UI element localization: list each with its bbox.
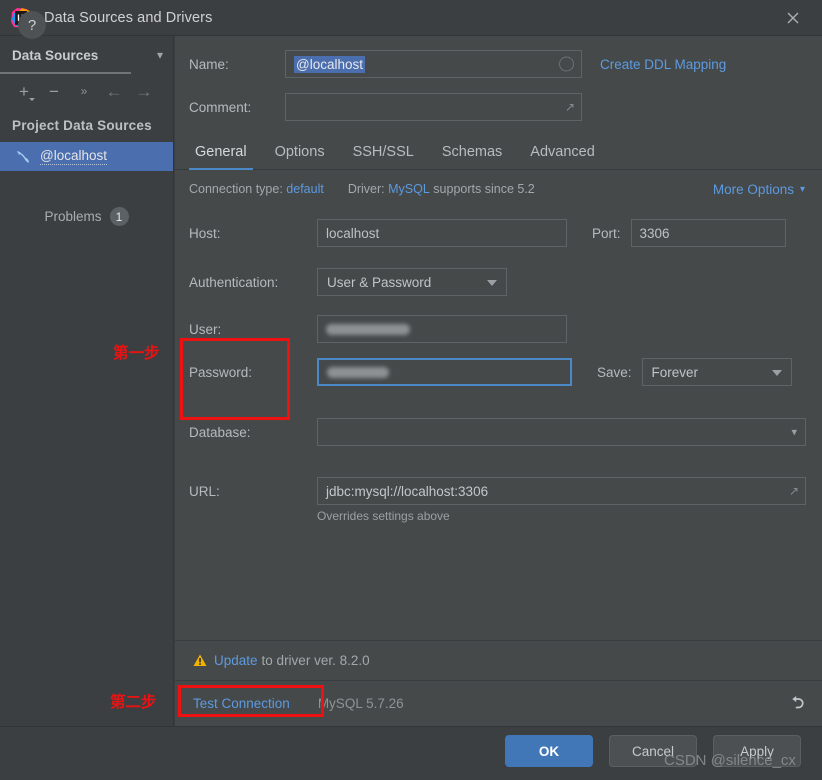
warning-triangle-icon: [193, 654, 207, 666]
tab-general[interactable]: General: [181, 144, 261, 170]
port-label: Port:: [592, 225, 621, 241]
help-icon[interactable]: ?: [18, 11, 46, 39]
chevron-down-icon: ▾: [799, 184, 805, 195]
authentication-value: User & Password: [327, 274, 432, 290]
redacted-password-value: [327, 366, 389, 378]
driver-value[interactable]: MySQL: [388, 182, 430, 196]
comment-input[interactable]: ↗: [285, 93, 582, 121]
data-sources-and-drivers-dialog: IJ Data Sources and Drivers Data Sources…: [0, 0, 822, 780]
tab-schemas[interactable]: Schemas: [428, 144, 516, 169]
url-value: jdbc:mysql://localhost:3306: [326, 483, 489, 499]
connection-info-row: Connection type: default Driver: MySQL s…: [189, 182, 809, 197]
name-label: Name:: [189, 56, 229, 72]
annotation-step-one-text: 第一步: [113, 344, 160, 362]
annotation-step-two-text: 第二步: [110, 693, 157, 711]
user-input[interactable]: [317, 315, 567, 343]
authentication-select[interactable]: User & Password: [317, 268, 507, 296]
host-input[interactable]: localhost: [317, 219, 567, 247]
title-bar: IJ Data Sources and Drivers: [0, 0, 822, 36]
problems-label: Problems: [44, 209, 102, 224]
expand-icon[interactable]: ↗: [565, 100, 575, 114]
chevron-down-icon[interactable]: ▾: [791, 426, 797, 439]
more-options-label: More Options: [712, 182, 794, 197]
remove-button[interactable]: −: [41, 78, 67, 104]
comment-row: Comment: ↗: [189, 93, 809, 121]
connection-type-label: Connection type:: [189, 182, 283, 196]
host-input-value: localhost: [326, 225, 380, 241]
close-icon[interactable]: [764, 0, 822, 36]
save-select[interactable]: Forever: [641, 358, 792, 386]
url-row: URL: jdbc:mysql://localhost:3306 ↗: [189, 477, 809, 505]
project-data-sources-title: Project Data Sources: [12, 118, 152, 133]
chevron-down-icon[interactable]: ▾: [157, 48, 163, 62]
redacted-user-value: [326, 323, 410, 335]
sidebar-item-localhost[interactable]: @localhost: [0, 142, 173, 171]
data-sources-header-label: Data Sources: [12, 47, 99, 63]
data-sources-header[interactable]: Data Sources ▾: [0, 36, 173, 74]
data-sources-sidebar: Data Sources ▾ + − » ← → Project Data So…: [0, 36, 174, 726]
mysql-dolphin-icon: [17, 150, 29, 163]
more-options-button[interactable]: More Options ▾: [713, 182, 805, 197]
user-label: User:: [189, 321, 222, 337]
host-label: Host:: [189, 225, 221, 241]
driver-label: Driver:: [347, 182, 385, 196]
back-button[interactable]: ←: [101, 78, 127, 104]
database-label: Database:: [189, 424, 251, 440]
watermark: CSDN @silence_cx: [664, 752, 796, 769]
driver-update-link[interactable]: Update: [214, 653, 258, 668]
driver-note: supports since 5.2: [433, 182, 535, 196]
port-input[interactable]: 3306: [630, 219, 786, 247]
status-circle-icon: [559, 56, 574, 72]
create-ddl-mapping-link[interactable]: Create DDL Mapping: [600, 57, 726, 72]
driver-update-bar: Update to driver ver. 8.2.0: [175, 640, 822, 680]
revert-icon[interactable]: [789, 692, 808, 715]
header-underline: [0, 72, 131, 74]
caret-down-icon: [487, 280, 497, 286]
expand-icon[interactable]: ↗: [789, 484, 799, 498]
url-label: URL:: [189, 483, 220, 499]
sidebar-item-label: @localhost: [40, 148, 107, 165]
ok-button[interactable]: OK: [505, 735, 593, 767]
database-input[interactable]: ▾: [317, 418, 806, 446]
sidebar-toolbar: + − » ← →: [0, 74, 173, 108]
connection-type-value[interactable]: default: [286, 182, 324, 196]
name-input-value: @localhost: [294, 55, 365, 73]
annotation-step-one-box: [180, 338, 290, 420]
save-label: Save:: [597, 364, 632, 380]
caret-down-icon: [771, 370, 782, 376]
save-value: Forever: [651, 364, 699, 380]
more-button[interactable]: »: [71, 78, 97, 104]
settings-tabs: General Options SSH/SSL Schemas Advanced: [175, 132, 822, 170]
tab-ssh-ssl[interactable]: SSH/SSL: [339, 144, 428, 169]
authentication-label: Authentication:: [189, 274, 279, 290]
window-title: Data Sources and Drivers: [44, 9, 213, 26]
tab-options[interactable]: Options: [261, 144, 339, 169]
add-button[interactable]: +: [11, 78, 37, 104]
name-row: Name: @localhost Create DDL Mapping: [189, 50, 809, 78]
driver-version-label: MySQL 5.7.26: [317, 696, 404, 711]
problems-count-badge: 1: [109, 207, 129, 226]
password-input[interactable]: [317, 358, 572, 386]
host-row: Host: localhost Port: 3306: [189, 219, 809, 247]
tab-advanced[interactable]: Advanced: [516, 144, 609, 169]
driver-update-text: to driver ver. 8.2.0: [261, 653, 370, 668]
plus-icon: +: [19, 81, 29, 101]
url-input[interactable]: jdbc:mysql://localhost:3306 ↗: [317, 477, 806, 505]
name-input[interactable]: @localhost: [285, 50, 582, 78]
authentication-row: Authentication: User & Password: [189, 268, 809, 296]
port-input-value: 3306: [639, 225, 670, 241]
forward-button[interactable]: →: [131, 78, 157, 104]
database-row: Database: ▾: [189, 418, 809, 446]
problems-row[interactable]: Problems 1: [0, 207, 173, 226]
annotation-step-two-box: [178, 685, 324, 717]
caret-icon: [29, 98, 35, 101]
url-hint: Overrides settings above: [317, 509, 450, 523]
comment-label: Comment:: [189, 99, 252, 115]
